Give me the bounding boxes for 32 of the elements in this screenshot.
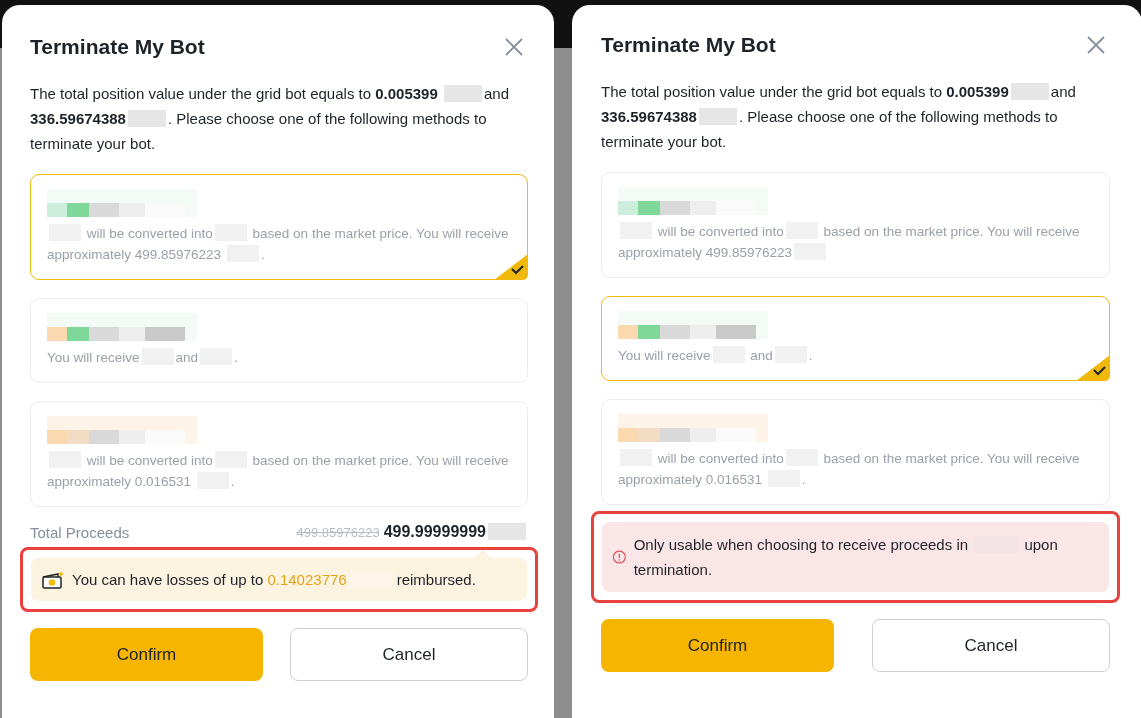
original-proceeds: 499.85976223: [296, 525, 380, 540]
option-description: will be converted into based on the market price. You will receive approximately 0.016531 .: [618, 448, 1081, 489]
total-proceeds-value: 499.99999999: [383, 523, 486, 540]
option-card[interactable]: will be converted into based on the market price. You will receive approximately 499.85976223 .: [30, 174, 528, 280]
check-corner-icon: [494, 254, 528, 280]
dialog-title: Terminate My Bot: [601, 33, 776, 57]
cash-icon: [41, 569, 65, 590]
close-icon[interactable]: [504, 37, 524, 57]
option-description: You will receive and .: [618, 345, 814, 365]
intro-text: The total position value under the grid bot equals to 0.005399 and 336.59674388 . Please choose one of the following methods to terminate your bot.: [601, 82, 1077, 152]
dialog-title: Terminate My Bot: [30, 35, 205, 59]
close-icon[interactable]: [1086, 35, 1106, 55]
option-card[interactable]: will be converted into based on the market price. You will receive approximately 499.85976223: [601, 172, 1110, 278]
notice-text: Only usable when choosing to receive proceeds in upon termination.: [633, 535, 1059, 580]
redaction-block: [488, 523, 526, 540]
option-card[interactable]: You will receive and .: [30, 298, 528, 383]
option-card[interactable]: will be converted into based on the market price. You will receive approximately 0.016531 .: [601, 399, 1110, 505]
option-card[interactable]: will be converted into based on the market price. You will receive approximately 0.016531 .: [30, 401, 528, 507]
option-card[interactable]: You will receive and .: [601, 296, 1110, 381]
confirm-button[interactable]: Confirm: [30, 628, 263, 681]
check-corner-icon: [1076, 355, 1110, 381]
option-description: will be converted into based on the market price. You will receive approximately 499.85976223: [618, 221, 1081, 262]
total-proceeds-label: Total Proceeds: [30, 523, 130, 541]
notice-text: You can have losses of up to 0.14023776 reimbursed.: [72, 570, 476, 590]
confirm-button[interactable]: Confirm: [601, 619, 834, 672]
cancel-button[interactable]: Cancel: [872, 619, 1110, 672]
option-description: will be converted into based on the market price. You will receive approximately 0.016531 .: [47, 450, 510, 491]
option-description: will be converted into based on the market price. You will receive approximately 499.85976223 .: [47, 223, 510, 264]
option-description: You will receive and .: [47, 347, 239, 367]
intro-text: The total position value under the grid bot equals to 0.005399 and 336.59674388 . Please choose one of the following methods to terminate your bot.: [30, 84, 510, 154]
alert-icon: [612, 549, 627, 565]
cancel-button[interactable]: Cancel: [290, 628, 528, 681]
